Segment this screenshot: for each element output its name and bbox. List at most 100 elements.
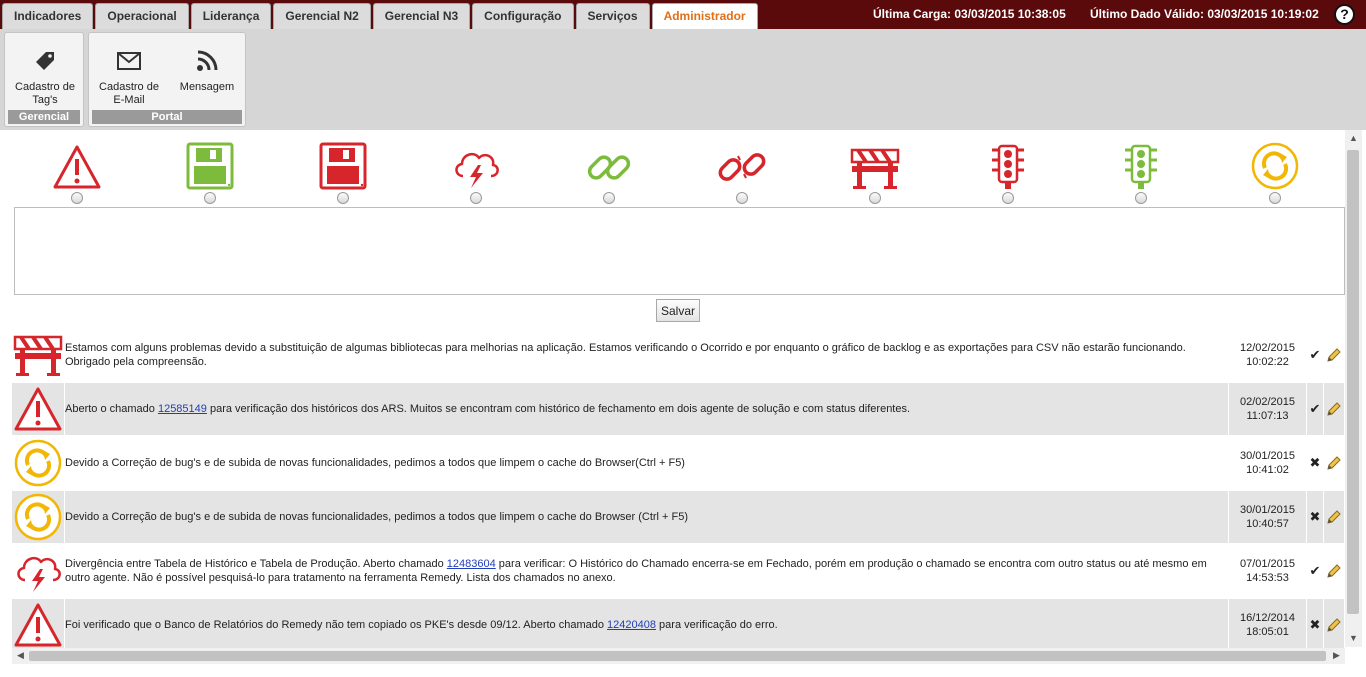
- last-valid-status: Último Dado Válido: 03/03/2015 10:19:02: [1090, 7, 1319, 21]
- message-row: Aberto o chamado 12585149 para verificaç…: [12, 382, 1344, 436]
- message-datetime: 16/12/2014 18:05:01: [1229, 599, 1306, 648]
- message-icon-cell: [12, 545, 64, 597]
- icon-option-link-green: [579, 140, 639, 204]
- edit-message-button[interactable]: [1324, 545, 1344, 597]
- icon-selector-row: [0, 130, 1345, 206]
- cadastro-email-button[interactable]: Cadastro de E-Mail: [93, 41, 165, 107]
- icon-radio-broken-link[interactable]: [736, 192, 748, 204]
- message-date: 07/01/2015: [1239, 558, 1296, 570]
- message-text: Aberto o chamado 12585149 para verificaç…: [65, 383, 1228, 435]
- message-datetime: 12/02/2015 10:02:22: [1229, 329, 1306, 381]
- traffic-light-red-icon: [992, 144, 1024, 189]
- icon-option-traffic-light-red: [978, 140, 1038, 204]
- ticket-link[interactable]: 12585149: [158, 403, 207, 415]
- edit-message-button[interactable]: [1324, 599, 1344, 648]
- mensagem-label: Mensagem: [179, 81, 235, 93]
- status-cross-icon: ✖: [1309, 455, 1321, 470]
- message-icon-cell: [12, 599, 64, 648]
- tab-lideranca[interactable]: Liderança: [190, 3, 272, 29]
- horizontal-scroll-thumb[interactable]: [29, 651, 1326, 661]
- pencil-icon: [1327, 510, 1341, 524]
- link-green-icon: [587, 155, 631, 180]
- icon-radio-storm[interactable]: [470, 192, 482, 204]
- ribbon-toolbar: Cadastro de Tag's Gerencial Cadastro de …: [0, 29, 1366, 130]
- ticket-link[interactable]: 12420408: [607, 619, 656, 631]
- message-text: Estamos com alguns problemas devido a su…: [65, 342, 1186, 368]
- tab-configuracao[interactable]: Configuração: [472, 3, 574, 29]
- tab-gerencial-n2[interactable]: Gerencial N2: [273, 3, 371, 29]
- scroll-up-arrow[interactable]: ▲: [1345, 130, 1362, 147]
- message-datetime: 30/01/2015 10:40:57: [1229, 491, 1306, 543]
- ribbon-group-label-portal: Portal: [92, 110, 242, 124]
- help-button[interactable]: ?: [1334, 4, 1355, 25]
- tab-indicadores[interactable]: Indicadores: [2, 3, 94, 29]
- mensagem-button[interactable]: Mensagem: [171, 41, 243, 94]
- vertical-scrollbar[interactable]: ▲ ▼: [1345, 130, 1362, 647]
- traffic-light-green-icon: [1125, 144, 1157, 189]
- message-datetime: 02/02/2015 11:07:13: [1229, 383, 1306, 435]
- save-green-icon: [186, 142, 234, 190]
- ticket-link[interactable]: 12483604: [447, 558, 496, 570]
- edit-message-button[interactable]: [1324, 383, 1344, 435]
- icon-option-refresh: [1245, 140, 1305, 204]
- warning-icon: [53, 145, 101, 189]
- tab-operacional[interactable]: Operacional: [95, 3, 189, 29]
- icon-option-save-red: [313, 140, 373, 204]
- icon-option-broken-link: [712, 140, 772, 204]
- message-time: 18:05:01: [1246, 626, 1289, 638]
- main-tabs: Indicadores Operacional Liderança Gerenc…: [2, 3, 760, 29]
- save-red-icon: [319, 142, 367, 190]
- icon-radio-traffic-light-green[interactable]: [1135, 192, 1147, 204]
- message-date: 12/02/2015: [1239, 342, 1296, 354]
- icon-radio-traffic-light-red[interactable]: [1002, 192, 1014, 204]
- scroll-left-arrow[interactable]: ◀: [12, 647, 29, 664]
- icon-radio-warning[interactable]: [71, 192, 83, 204]
- pencil-icon: [1327, 456, 1341, 470]
- icon-radio-save-red[interactable]: [337, 192, 349, 204]
- ribbon-group-gerencial: Cadastro de Tag's Gerencial: [4, 32, 84, 127]
- refresh-icon: [14, 493, 62, 541]
- save-button[interactable]: Salvar: [656, 299, 700, 322]
- message-list: Estamos com alguns problemas devido a su…: [12, 328, 1344, 648]
- status-cross-icon: ✖: [1307, 491, 1323, 543]
- tab-servicos[interactable]: Serviços: [575, 3, 650, 29]
- message-row: Divergência entre Tabela de Histórico e …: [12, 544, 1344, 598]
- ribbon-group-portal: Cadastro de E-Mail Mensagem Portal: [88, 32, 246, 127]
- icon-radio-refresh[interactable]: [1269, 192, 1281, 204]
- message-textarea[interactable]: [14, 207, 1345, 295]
- scroll-down-arrow[interactable]: ▼: [1345, 630, 1362, 647]
- status-check-icon: ✔: [1309, 563, 1321, 578]
- icon-option-warning: [47, 140, 107, 204]
- message-text: Divergência entre Tabela de Histórico e …: [65, 558, 1207, 584]
- message-text: Foi verificado que o Banco de Relatórios…: [65, 599, 1228, 648]
- message-icon-cell: [12, 383, 64, 435]
- vertical-scroll-thumb[interactable]: [1347, 150, 1359, 614]
- icon-radio-barrier[interactable]: [869, 192, 881, 204]
- horizontal-scrollbar[interactable]: ◀ ▶: [12, 648, 1345, 664]
- last-load-status: Última Carga: 03/03/2015 10:38:05: [873, 7, 1066, 21]
- message-datetime: 30/01/2015 10:41:02: [1229, 437, 1306, 489]
- edit-message-button[interactable]: [1324, 491, 1344, 543]
- icon-option-traffic-light-green: [1111, 140, 1171, 204]
- warning-icon: [14, 387, 62, 431]
- status-cross-icon: ✖: [1307, 599, 1323, 648]
- icon-radio-save-green[interactable]: [204, 192, 216, 204]
- edit-message-button[interactable]: [1324, 437, 1344, 489]
- message-icon-cell: [12, 329, 64, 381]
- pencil-icon: [1327, 402, 1341, 416]
- cadastro-tags-button[interactable]: Cadastro de Tag's: [7, 41, 83, 107]
- cadastro-email-label: Cadastro de E-Mail: [99, 81, 159, 106]
- message-time: 10:02:22: [1246, 356, 1289, 368]
- barrier-icon: [850, 148, 900, 189]
- edit-message-button[interactable]: [1324, 329, 1344, 381]
- tab-gerencial-n3[interactable]: Gerencial N3: [372, 3, 471, 29]
- message-date: 30/01/2015: [1239, 504, 1296, 516]
- icon-option-save-green: [180, 140, 240, 204]
- cadastro-tags-label: Cadastro de Tag's: [15, 81, 75, 106]
- scroll-right-arrow[interactable]: ▶: [1328, 647, 1345, 664]
- refresh-icon: [1251, 142, 1299, 190]
- message-date: 02/02/2015: [1239, 396, 1296, 408]
- icon-radio-link-green[interactable]: [603, 192, 615, 204]
- message-row: Estamos com alguns problemas devido a su…: [12, 328, 1344, 382]
- tab-administrador[interactable]: Administrador: [651, 3, 758, 29]
